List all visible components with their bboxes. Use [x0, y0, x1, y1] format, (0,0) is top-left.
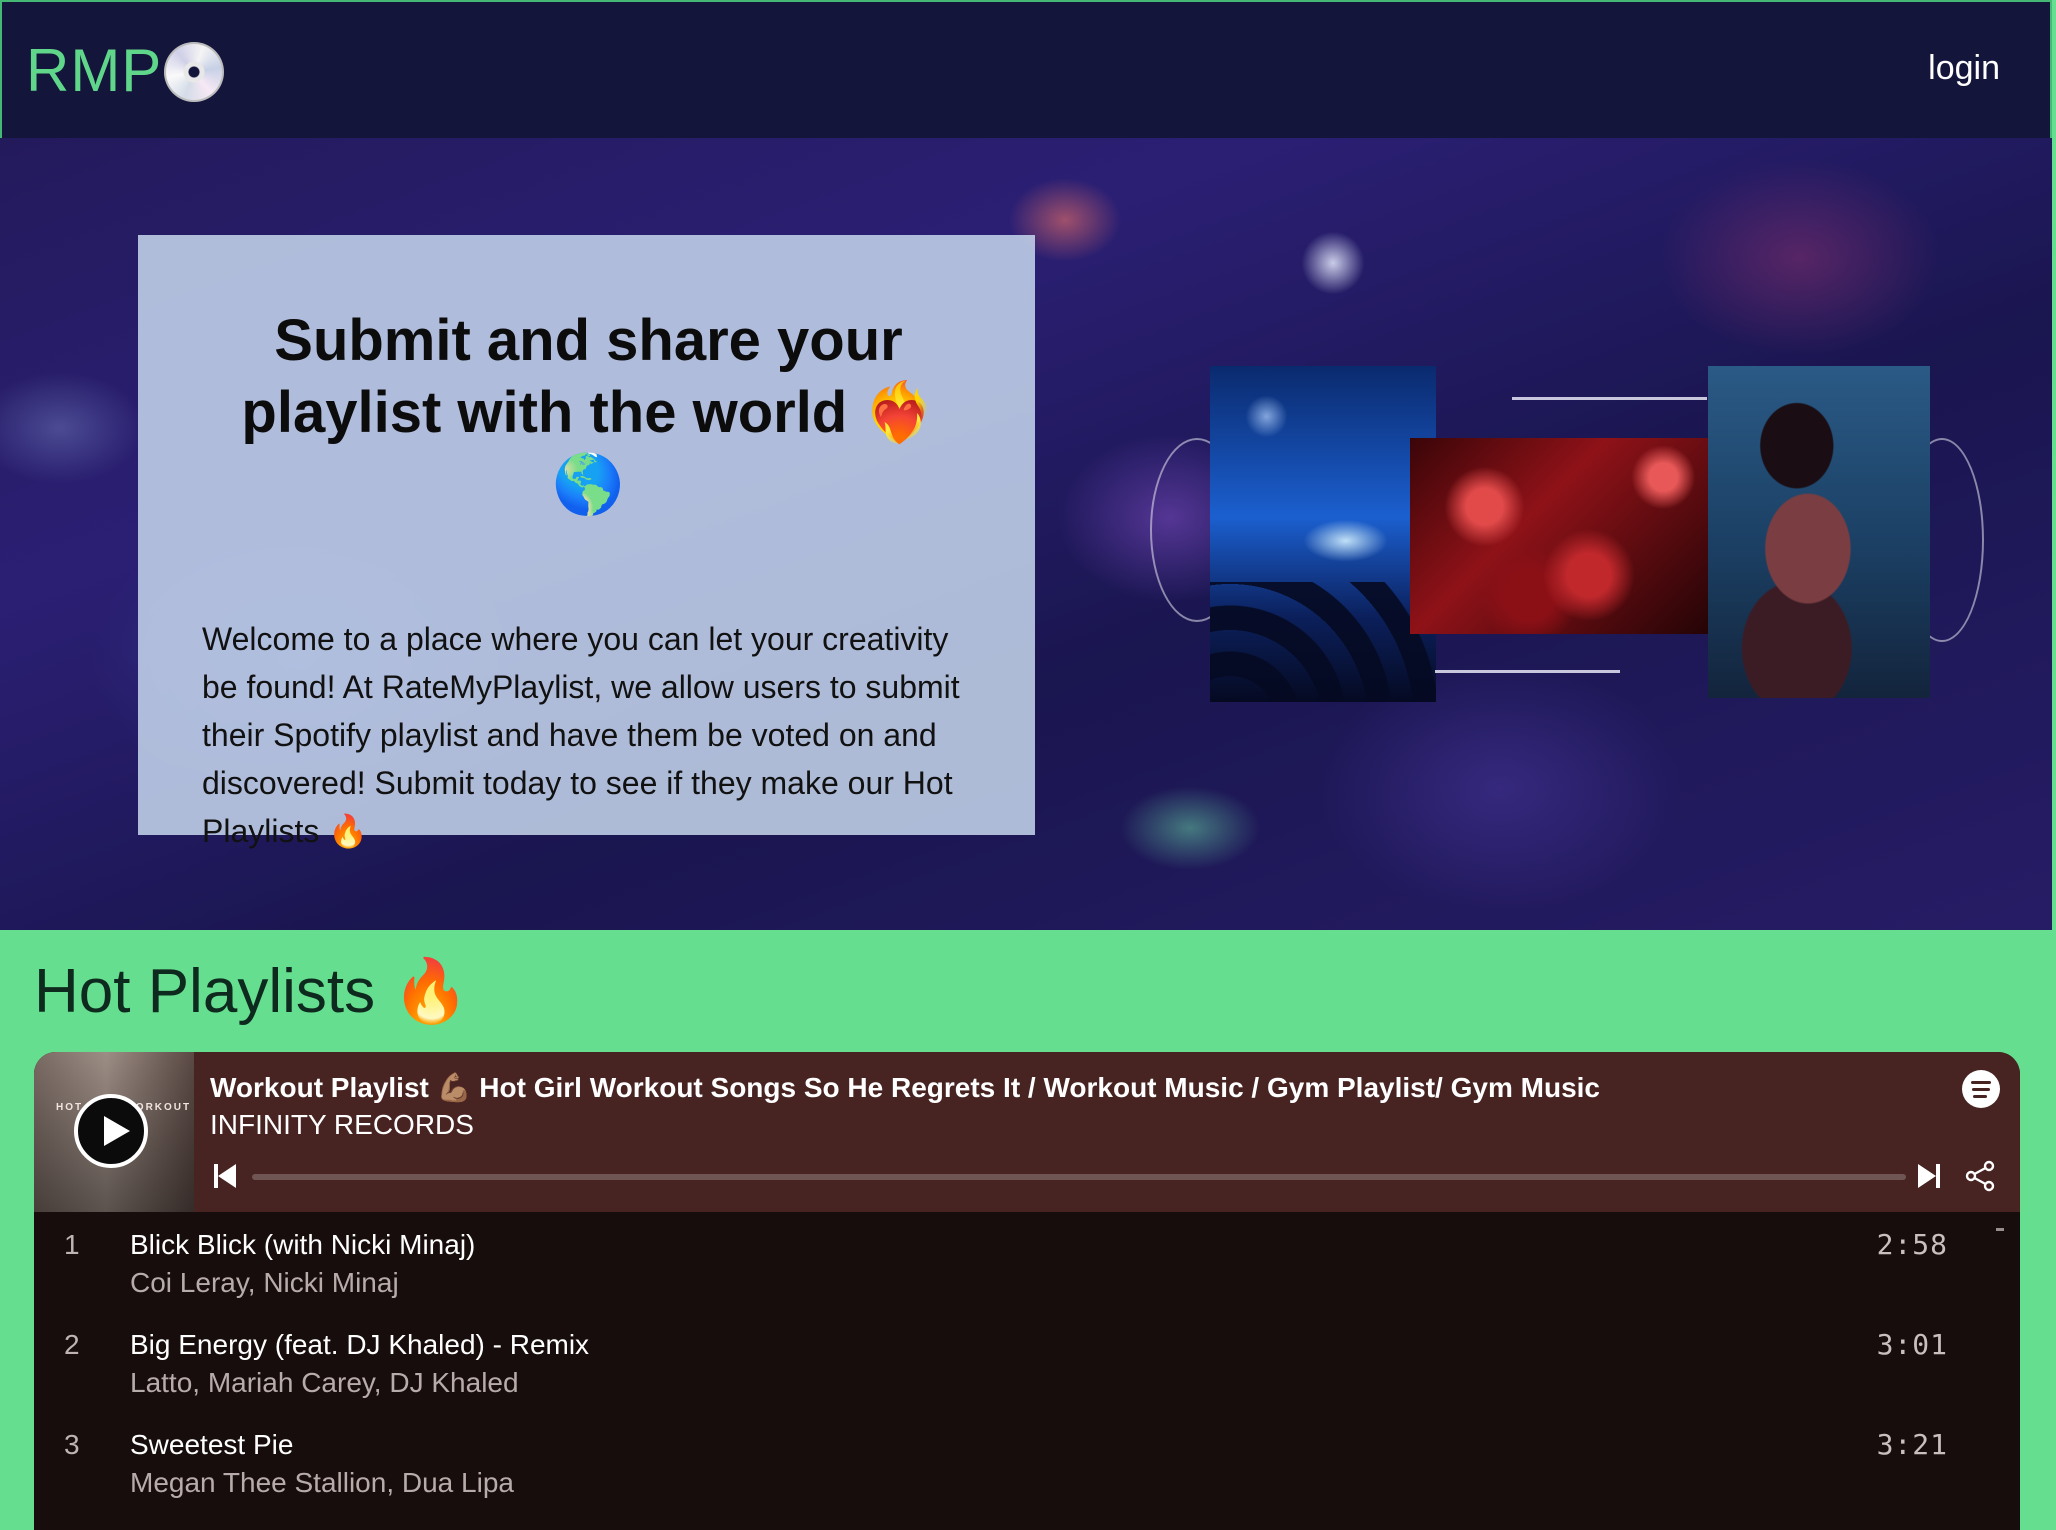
track-row[interactable]: 2 Big Energy (feat. DJ Khaled) - Remix L… — [34, 1312, 2020, 1412]
hero-card: Submit and share your playlist with the … — [138, 235, 1035, 849]
previous-track-icon[interactable] — [214, 1164, 236, 1188]
player-header: HOT GIRL WORKOUT Workout Playlist 💪🏽 Hot… — [34, 1052, 2020, 1212]
track-row[interactable]: 1 Blick Blick (with Nicki Minaj) Coi Ler… — [34, 1212, 2020, 1312]
track-artist: Latto, Mariah Carey, DJ Khaled — [130, 1367, 519, 1398]
hero-banner: Submit and share your playlist with the … — [0, 138, 2052, 930]
track-duration: 2:58 — [1876, 1228, 1948, 1261]
cd-disc-icon — [164, 42, 224, 102]
hero-title: Submit and share your playlist with the … — [241, 308, 936, 517]
track-duration: 3:01 — [1876, 1328, 1948, 1361]
progress-bar[interactable] — [252, 1174, 1906, 1180]
disco-ball-image — [1410, 438, 1708, 634]
track-name: Sweetest Pie — [130, 1429, 294, 1460]
track-name: Blick Blick (with Nicki Minaj) — [130, 1229, 476, 1260]
track-number: 2 — [64, 1329, 80, 1360]
track-list: 1 Blick Blick (with Nicki Minaj) Coi Ler… — [34, 1212, 2020, 1512]
track-row[interactable]: 3 Sweetest Pie Megan Thee Stallion, Dua … — [34, 1412, 2020, 1512]
scrollbar[interactable] — [1996, 1228, 2004, 1231]
playlist-owner[interactable]: INFINITY RECORDS — [210, 1106, 474, 1144]
playlist-title[interactable]: Workout Playlist 💪🏽 Hot Girl Workout Son… — [210, 1068, 1600, 1108]
share-icon[interactable] — [1964, 1160, 1996, 1192]
track-name: Big Energy (feat. DJ Khaled) - Remix — [130, 1329, 590, 1360]
track-duration: 3:21 — [1876, 1428, 1948, 1461]
logo-text[interactable]: RMP — [26, 36, 162, 106]
playlist-cover-image[interactable]: HOT GIRL WORKOUT — [34, 1052, 194, 1212]
next-track-icon[interactable] — [1918, 1164, 1940, 1188]
top-nav: RMP login — [0, 0, 2052, 138]
collage-line-bottom — [1435, 670, 1620, 673]
hot-playlists-heading: Hot Playlists 🔥 — [34, 957, 470, 1026]
login-link[interactable]: login — [1928, 46, 2000, 90]
track-number: 1 — [64, 1229, 80, 1260]
spotify-logo-icon[interactable] — [1962, 1070, 2000, 1108]
collage-line-top — [1512, 397, 1707, 400]
spotify-embed-player: HOT GIRL WORKOUT Workout Playlist 💪🏽 Hot… — [34, 1052, 2020, 1530]
play-button[interactable] — [74, 1094, 148, 1168]
track-number: 3 — [64, 1429, 80, 1460]
singing-woman-image — [1708, 366, 1930, 698]
concert-crowd-image — [1210, 366, 1436, 702]
hero-description: Welcome to a place where you can let you… — [202, 621, 960, 849]
track-artist: Megan Thee Stallion, Dua Lipa — [130, 1467, 514, 1498]
track-artist: Coi Leray, Nicki Minaj — [130, 1267, 399, 1298]
